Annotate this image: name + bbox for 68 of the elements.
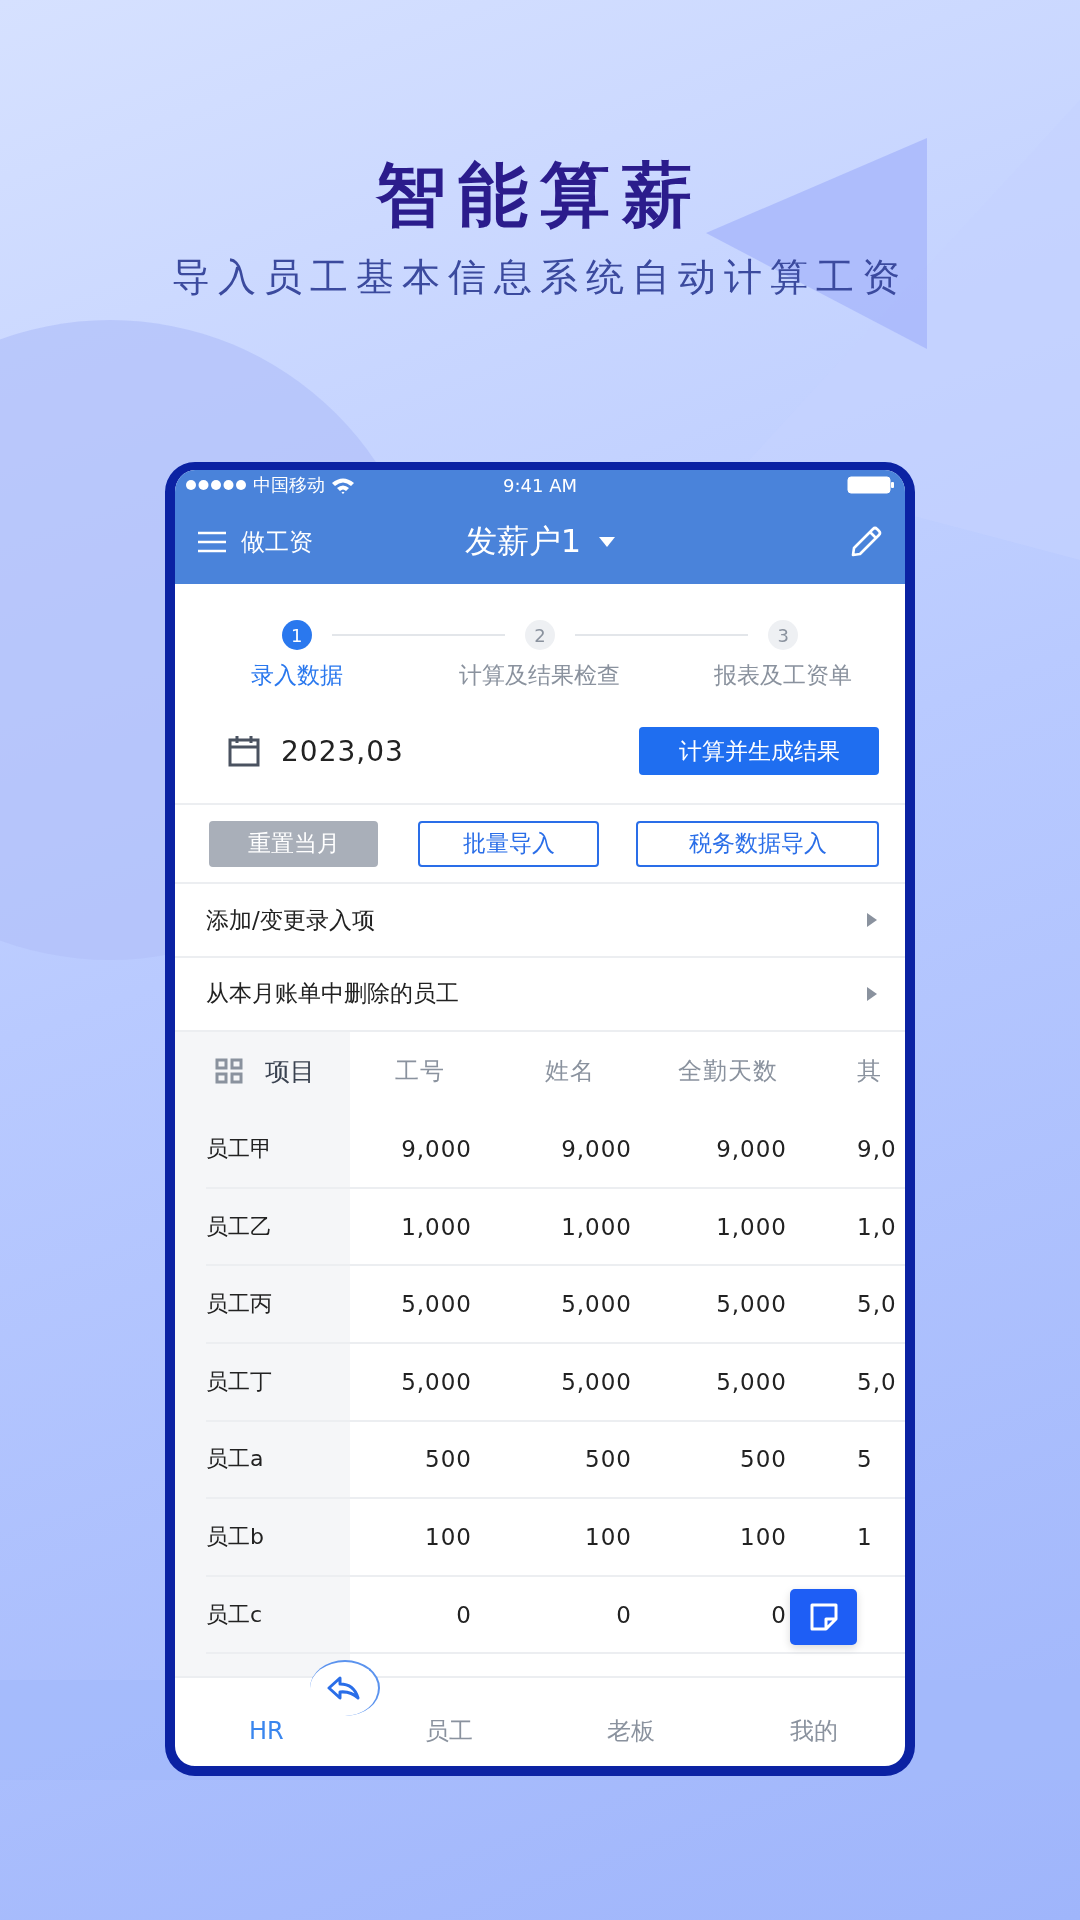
calculate-button[interactable]: 计算并生成结果 bbox=[639, 727, 879, 776]
subheadline: 导入员工基本信息系统自动计算工资 bbox=[172, 254, 908, 301]
nav-tab[interactable]: HR bbox=[175, 1678, 358, 1766]
step-label[interactable]: 计算及结果检查 bbox=[459, 660, 621, 691]
table-cell-text: 5,0 bbox=[856, 1367, 898, 1397]
nav-tab[interactable]: 老板 bbox=[540, 1678, 723, 1766]
column-header: 项目 bbox=[265, 1055, 315, 1088]
table-cell-text: 100 bbox=[424, 1523, 473, 1553]
table-cell-text: 5,000 bbox=[715, 1290, 788, 1320]
table-cell-text: 100 bbox=[739, 1523, 788, 1553]
reply-arrow-icon bbox=[327, 1676, 361, 1702]
nav-tab[interactable]: 员工 bbox=[357, 1678, 540, 1766]
column-header: 全勤天数 bbox=[676, 1056, 779, 1088]
triangle-arrow-icon bbox=[867, 913, 877, 928]
battery-icon bbox=[847, 476, 895, 494]
column-header: 其 bbox=[856, 1056, 883, 1088]
table-cell-text: 0 bbox=[455, 1600, 473, 1630]
menu-row-label: 添加/变更录入项 bbox=[206, 905, 375, 935]
table-cell-text: 9,000 bbox=[560, 1135, 633, 1165]
table-cell-text: 1 bbox=[856, 1523, 874, 1553]
menu-row[interactable]: 从本月账单中删除的员工 bbox=[175, 958, 905, 1032]
note-button[interactable] bbox=[790, 1589, 857, 1645]
column-header: 姓名 bbox=[544, 1056, 596, 1088]
table-cell-text: 5,000 bbox=[560, 1367, 633, 1397]
wifi-icon bbox=[331, 476, 355, 494]
table-cell-text: 0 bbox=[615, 1600, 633, 1630]
step-label[interactable]: 录入数据 bbox=[250, 660, 343, 691]
step-number[interactable]: 2 bbox=[525, 620, 555, 650]
month-value[interactable]: 2023,03 bbox=[281, 734, 404, 768]
table-cell-text: 500 bbox=[584, 1445, 633, 1475]
table-cell-text: 9,0 bbox=[856, 1135, 898, 1165]
table-cell-text: 5,000 bbox=[715, 1367, 788, 1397]
signal-icon bbox=[185, 479, 247, 491]
table-cell-text: 9,000 bbox=[715, 1135, 788, 1165]
action-button[interactable]: 税务数据导入 bbox=[636, 820, 879, 867]
table-cell-text: 5 bbox=[856, 1445, 874, 1475]
table-cell-text: 1,000 bbox=[715, 1212, 788, 1242]
edit-icon[interactable] bbox=[849, 525, 883, 559]
column-header: 工号 bbox=[394, 1056, 446, 1088]
table-cell-text: 1,000 bbox=[560, 1212, 633, 1242]
carrier-name: 中国移动 bbox=[253, 473, 325, 497]
table-cell-text: 1,000 bbox=[400, 1212, 473, 1242]
table-cell-text: 500 bbox=[424, 1445, 473, 1475]
nav-tab[interactable]: 我的 bbox=[722, 1678, 905, 1766]
headline: 智能算薪 bbox=[376, 153, 704, 238]
table-cell-text: 500 bbox=[739, 1445, 788, 1475]
calendar-icon[interactable] bbox=[227, 735, 261, 768]
account-title[interactable]: 发薪户1 bbox=[464, 520, 582, 564]
menu-row[interactable]: 添加/变更录入项 bbox=[175, 884, 905, 959]
step-number[interactable]: 3 bbox=[768, 620, 799, 650]
table-cell-text: 5,000 bbox=[560, 1290, 633, 1320]
step-label[interactable]: 报表及工资单 bbox=[714, 660, 853, 691]
caret-icon[interactable] bbox=[599, 537, 616, 547]
table-cell-text: 9,000 bbox=[400, 1135, 473, 1165]
table-cell-text: 5,000 bbox=[400, 1290, 473, 1320]
table-cell-text: 5,0 bbox=[856, 1290, 898, 1320]
status-time: 9:41 AM bbox=[503, 474, 577, 496]
table-cell-text: 100 bbox=[584, 1523, 633, 1553]
step-number[interactable]: 1 bbox=[281, 620, 312, 650]
table-cell-text: 1,0 bbox=[856, 1212, 898, 1242]
triangle-arrow-icon bbox=[867, 986, 877, 1001]
menu-label[interactable]: 做工资 bbox=[241, 526, 313, 558]
table-cell-text: 0 bbox=[770, 1600, 788, 1630]
menu-row-label: 从本月账单中删除的员工 bbox=[206, 979, 459, 1009]
action-button[interactable]: 批量导入 bbox=[418, 820, 599, 867]
grid-icon[interactable] bbox=[215, 1058, 243, 1085]
table-cell-text: 5,000 bbox=[400, 1367, 473, 1397]
menu-icon[interactable] bbox=[197, 531, 227, 553]
